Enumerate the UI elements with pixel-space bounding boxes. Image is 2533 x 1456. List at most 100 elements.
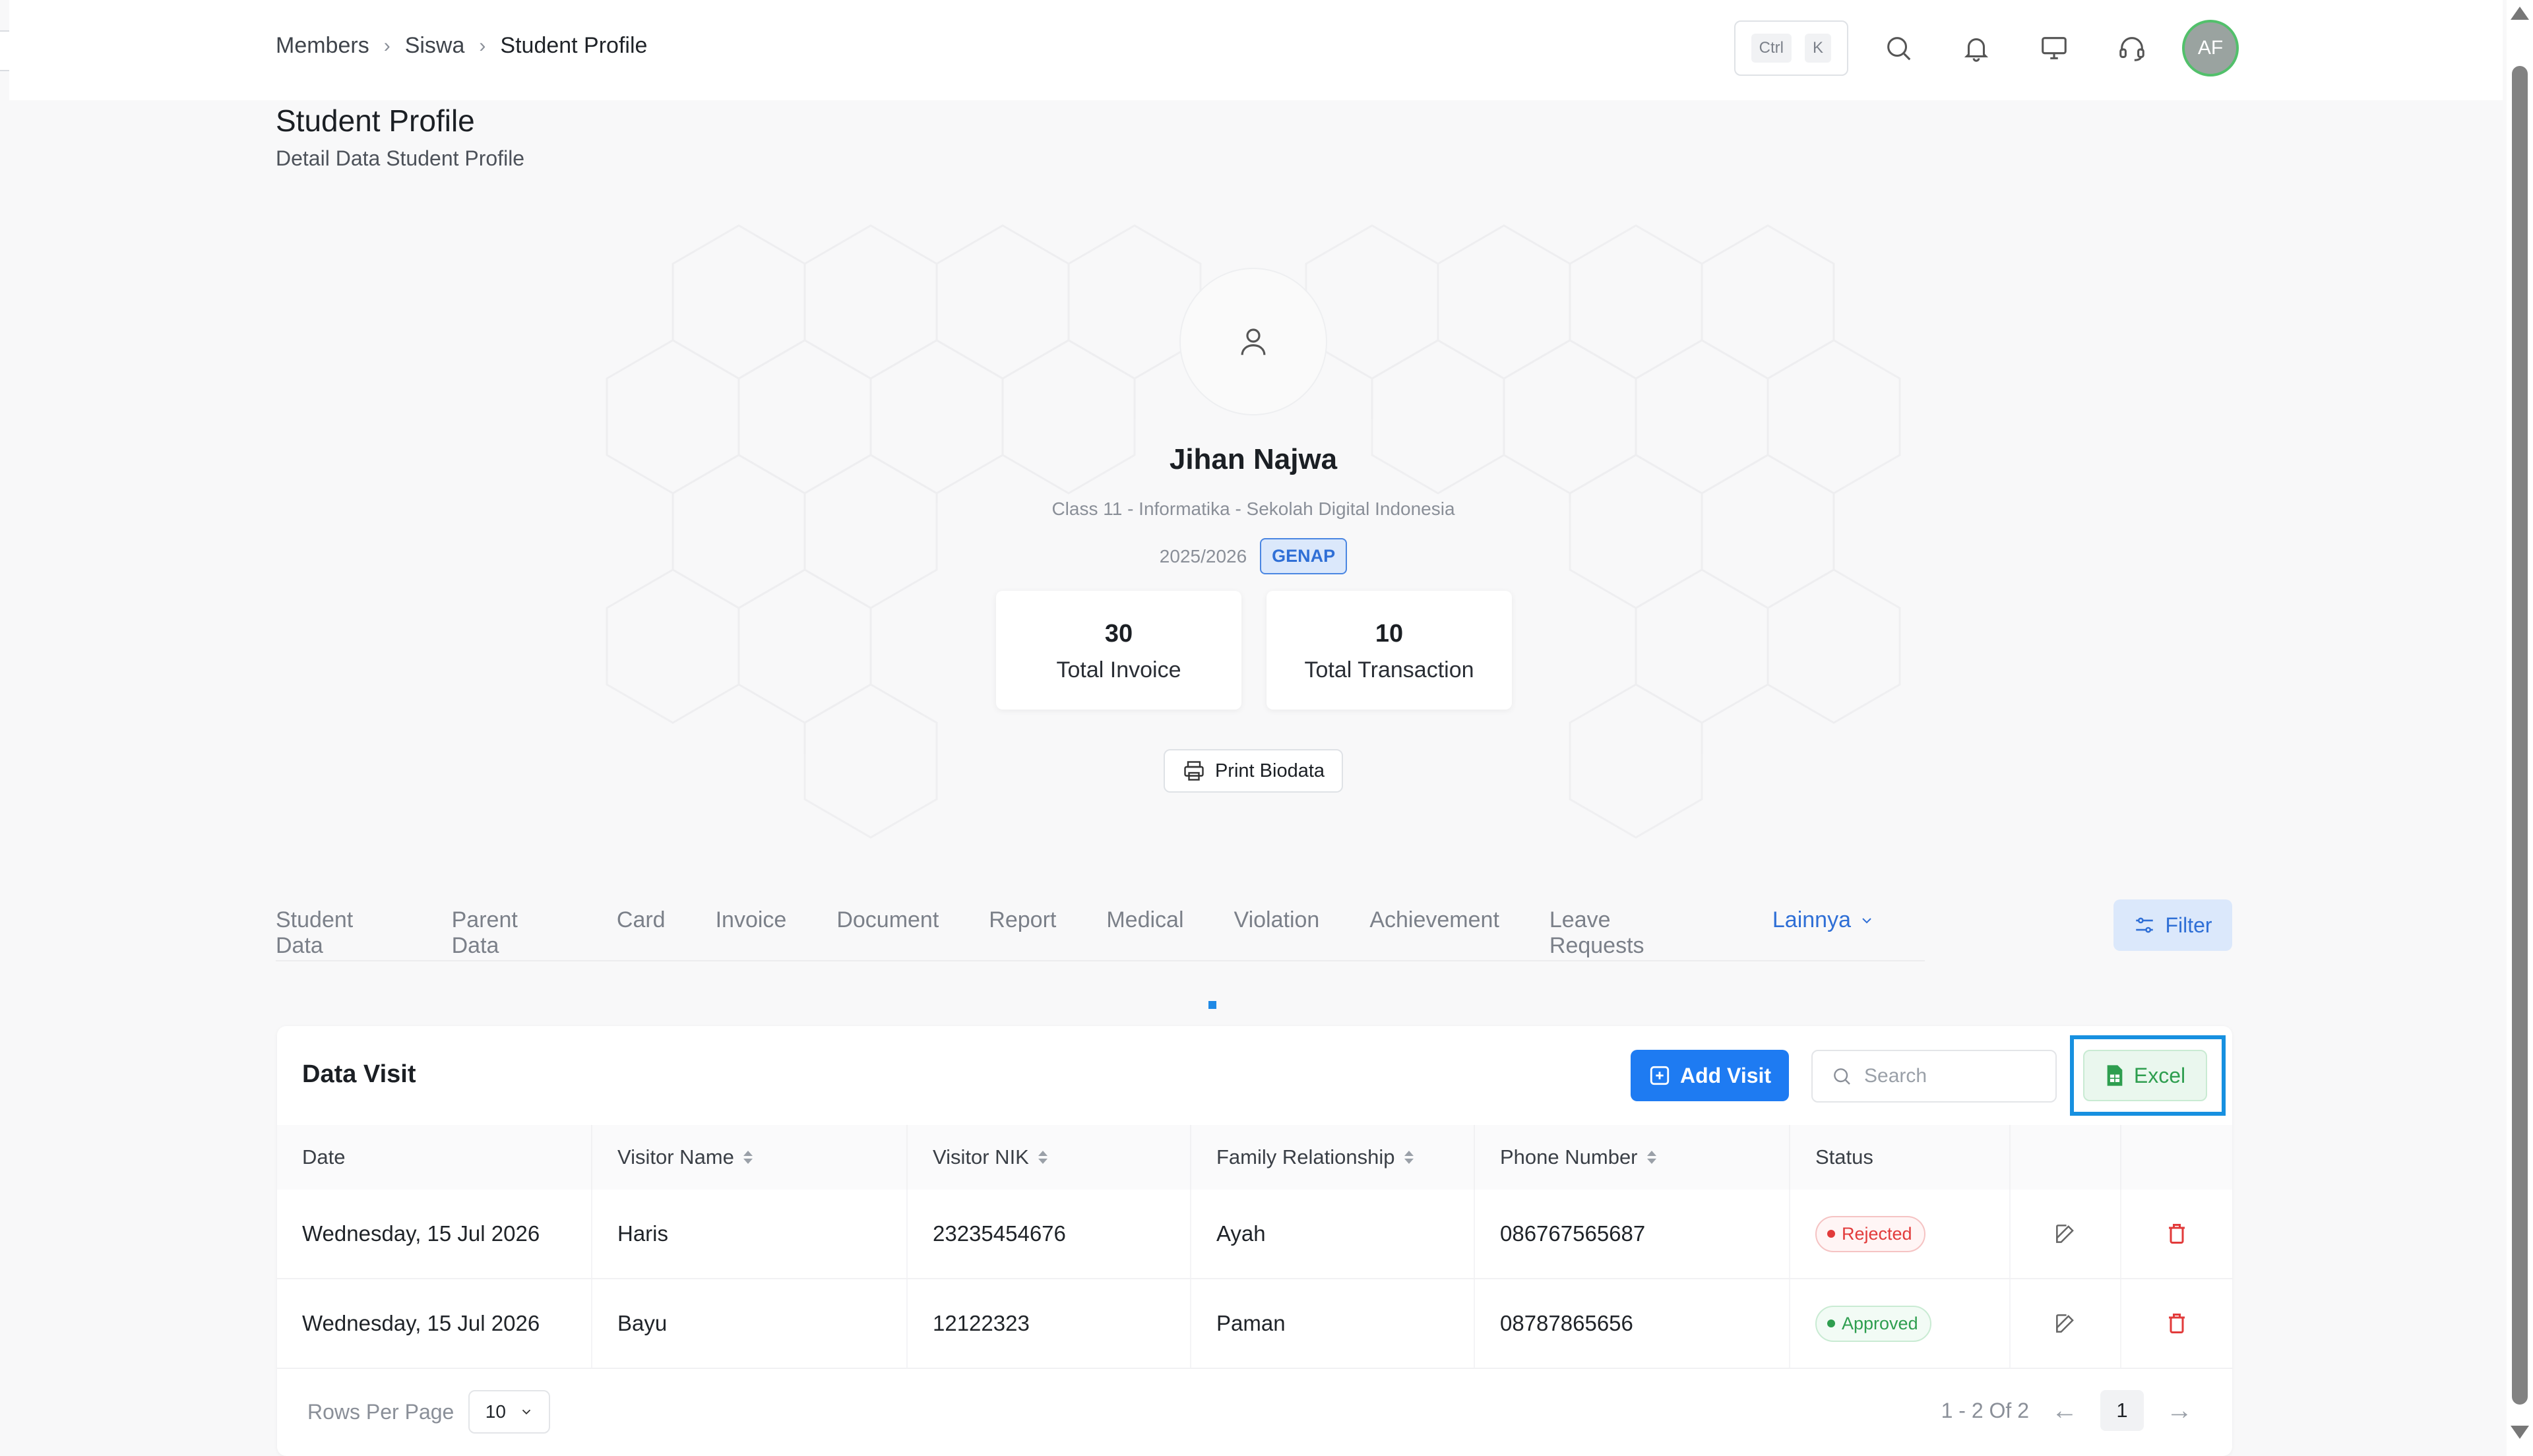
scroll-up-arrow[interactable] [2511,7,2529,20]
cell-visitor-nik: 23235454676 [908,1190,1191,1278]
trash-icon[interactable] [2121,1279,2232,1368]
chevron-down-icon [1862,917,1871,923]
add-visit-button[interactable]: Add Visit [1631,1050,1789,1101]
column-visitor-nik[interactable]: Visitor NIK [908,1125,1191,1190]
tab-violation[interactable]: Violation [1234,898,1320,933]
filter-button[interactable]: Filter [2113,899,2232,951]
command-palette-button[interactable]: Ctrl K [1734,20,1848,76]
page-subtitle: Detail Data Student Profile [276,146,525,170]
breadcrumb-item-current: Student Profile [500,33,648,58]
search-box[interactable] [1811,1050,2057,1103]
academic-period: 2025/2026 GENAP [0,538,2507,574]
kbd-k: K [1804,34,1831,63]
breadcrumb-item-siswa[interactable]: Siswa [405,33,465,59]
stat-value: 10 [1375,620,1404,648]
tab-leave-requests[interactable]: Leave Requests [1549,898,1705,959]
scroll-thumb[interactable] [2512,66,2528,1405]
profile-photo[interactable] [1179,268,1327,415]
stat-card-total-transaction: 10 Total Transaction [1266,591,1512,710]
cell-date: Wednesday, 15 Jul 2026 [277,1190,592,1278]
scrollbar[interactable] [2507,0,2533,1456]
cell-phone-number: 086767565687 [1475,1190,1790,1278]
cell-visitor-name: Haris [592,1190,908,1278]
filter-label: Filter [2165,913,2212,937]
excel-label: Excel [2133,1063,2186,1087]
sort-icon [1038,1151,1048,1164]
add-visit-label: Add Visit [1679,1063,1772,1087]
trash-icon[interactable] [2121,1190,2232,1278]
page-title: Student Profile [276,104,475,138]
prev-page-button[interactable]: ← [2051,1396,2078,1426]
rows-per-page-value: 10 [485,1401,506,1422]
sort-icon [1404,1151,1414,1164]
headset-icon[interactable] [2104,20,2160,76]
tab-invoice[interactable]: Invoice [716,898,787,933]
data-visit-card: Data Visit Add Visit Excel Date Visitor … [277,1026,2232,1456]
user-icon [1241,328,1266,355]
card-title: Data Visit [302,1060,416,1088]
user-avatar[interactable]: AF [2182,20,2239,76]
tab-document[interactable]: Document [836,898,939,933]
breadcrumb-item-members[interactable]: Members [276,33,369,59]
profile-tabs: Student Data Parent Data Card Invoice Do… [276,898,1925,961]
search-input[interactable] [1864,1065,2036,1087]
stat-card-total-invoice: 30 Total Invoice [996,591,1241,710]
print-biodata-button[interactable]: Print Biodata [1164,749,1343,793]
stat-label: Total Invoice [1056,657,1181,682]
cell-family-relationship: Paman [1191,1279,1475,1368]
rows-per-page-label: Rows Per Page [307,1399,454,1424]
breadcrumb-separator: › [383,34,391,57]
table-row: Wednesday, 15 Jul 2026 Haris 23235454676… [277,1190,2232,1279]
column-edit [2011,1125,2121,1190]
tab-card[interactable]: Card [617,898,666,933]
breadcrumb-separator: › [479,34,486,57]
tab-more-dropdown[interactable]: Lainnya [1772,898,1875,933]
export-excel-button[interactable]: Excel [2083,1050,2207,1101]
stat-value: 30 [1104,620,1133,648]
chevron-down-icon [522,1409,531,1415]
column-status: Status [1790,1125,2011,1190]
filter-icon [2136,917,2154,933]
next-page-button[interactable]: → [2166,1396,2193,1426]
tab-student-data[interactable]: Student Data [276,898,402,959]
bell-icon[interactable] [1949,20,2004,76]
breadcrumb: Members › Siswa › Student Profile [276,33,647,59]
student-class-info: Class 11 - Informatika - Sekolah Digital… [1051,499,1455,519]
tab-more-label: Lainnya [1772,907,1851,932]
edit-icon[interactable] [2011,1279,2121,1368]
status-badge: Rejected [1815,1215,1925,1252]
cell-family-relationship: Ayah [1191,1190,1475,1278]
tab-report[interactable]: Report [989,898,1056,933]
sort-icon [743,1151,753,1164]
search-icon [1834,1068,1850,1085]
topbar: Members › Siswa › Student Profile Ctrl K… [9,0,2503,100]
search-icon[interactable] [1871,20,1926,76]
column-date: Date [277,1125,592,1190]
tab-parent-data[interactable]: Parent Data [452,898,567,959]
edit-icon[interactable] [2011,1190,2121,1278]
kbd-ctrl: Ctrl [1751,34,1792,63]
semester-badge: GENAP [1260,538,1348,574]
pagination-range: 1 - 2 Of 2 [1941,1398,2029,1422]
cell-status: Rejected [1790,1190,2011,1278]
rows-per-page-select[interactable]: 10 [468,1390,551,1434]
column-delete [2121,1125,2232,1190]
column-visitor-name[interactable]: Visitor Name [592,1125,908,1190]
tab-medical[interactable]: Medical [1106,898,1183,933]
column-phone-number[interactable]: Phone Number [1475,1125,1790,1190]
table-header: Date Visitor Name Visitor NIK Family Rel… [277,1125,2232,1190]
rows-per-page: Rows Per Page 10 [307,1390,551,1434]
status-badge: Approved [1815,1305,1931,1342]
loading-indicator [1208,1001,1216,1009]
scroll-down-arrow[interactable] [2511,1426,2529,1439]
column-family-relationship[interactable]: Family Relationship [1191,1125,1475,1190]
monitor-icon[interactable] [2026,20,2082,76]
tab-achievement[interactable]: Achievement [1369,898,1499,933]
cell-visitor-name: Bayu [592,1279,908,1368]
table-row: Wednesday, 15 Jul 2026 Bayu 12122323 Pam… [277,1279,2232,1369]
spreadsheet-icon [2107,1065,2123,1086]
cell-visitor-nik: 12122323 [908,1279,1191,1368]
academic-year: 2025/2026 [1159,545,1247,566]
printer-icon [1184,761,1204,781]
page-number-button[interactable]: 1 [2100,1390,2144,1431]
